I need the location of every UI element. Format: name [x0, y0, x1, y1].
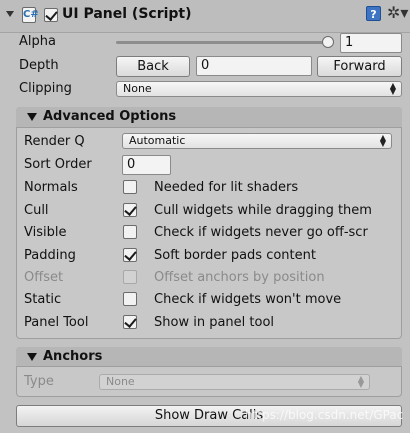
render-q-selected: Automatic [129, 134, 186, 147]
padding-label: Padding [24, 248, 76, 263]
expand-triangle-icon[interactable] [27, 353, 37, 361]
depth-value-field[interactable]: 0 [196, 56, 312, 76]
normals-checkbox[interactable] [123, 180, 137, 194]
normals-description: Needed for lit shaders [154, 180, 299, 195]
watermark: https://blog.csdn.net/GPac [245, 408, 404, 422]
clipping-selected: None [123, 82, 152, 95]
expand-triangle-icon[interactable] [27, 113, 37, 121]
render-q-dropdown[interactable]: Automatic ▲ ▼ [122, 133, 392, 149]
alpha-slider-track[interactable] [116, 41, 328, 44]
depth-forward-button[interactable]: Forward [317, 56, 402, 77]
alpha-label: Alpha [19, 34, 56, 49]
component-title: UI Panel (Script) [62, 6, 192, 22]
normals-label: Normals [24, 180, 78, 195]
padding-checkbox[interactable] [123, 248, 137, 262]
padding-description: Soft border pads content [154, 248, 316, 263]
anchors-title: Anchors [43, 349, 103, 364]
sort-order-field[interactable]: 0 [122, 155, 171, 175]
cull-label: Cull [24, 203, 49, 218]
offset-checkbox [123, 270, 137, 284]
offset-description: Offset anchors by position [154, 270, 325, 285]
visible-description: Check if widgets never go off-scr [154, 225, 368, 240]
static-label: Static [24, 292, 62, 307]
updown-arrows-icon: ▲ ▼ [389, 81, 396, 96]
depth-label: Depth [19, 58, 59, 73]
anchor-type-label: Type [24, 374, 54, 389]
static-checkbox[interactable] [123, 292, 137, 306]
clipping-dropdown[interactable]: None ▲ ▼ [116, 81, 402, 97]
depth-back-button[interactable]: Back [116, 56, 190, 77]
alpha-slider-thumb[interactable] [322, 36, 334, 48]
panel-tool-description: Show in panel tool [154, 315, 275, 330]
static-description: Check if widgets won't move [154, 292, 342, 307]
updown-arrows-icon: ▲ ▼ [357, 374, 364, 389]
advanced-options-title: Advanced Options [43, 109, 177, 124]
script-icon: C# [22, 7, 39, 23]
component-enabled-checkbox[interactable] [44, 8, 58, 22]
updown-arrows-icon: ▲ ▼ [379, 133, 386, 148]
render-q-label: Render Q [24, 134, 85, 149]
gear-icon[interactable]: ✲▾ [387, 3, 408, 22]
cull-checkbox[interactable] [123, 203, 137, 217]
clipping-label: Clipping [19, 81, 72, 96]
alpha-value-field[interactable]: 1 [340, 33, 402, 53]
sort-order-label: Sort Order [24, 157, 92, 172]
cull-description: Cull widgets while dragging them [154, 203, 372, 218]
panel-tool-label: Panel Tool [24, 315, 89, 330]
anchor-type-selected: None [106, 375, 135, 388]
visible-label: Visible [24, 225, 67, 240]
foldout-arrow-icon[interactable] [6, 11, 14, 17]
anchor-type-dropdown: None ▲ ▼ [99, 374, 370, 390]
offset-label: Offset [24, 270, 64, 285]
panel-tool-checkbox[interactable] [123, 315, 137, 329]
visible-checkbox[interactable] [123, 225, 137, 239]
help-icon[interactable]: ? [366, 6, 381, 21]
